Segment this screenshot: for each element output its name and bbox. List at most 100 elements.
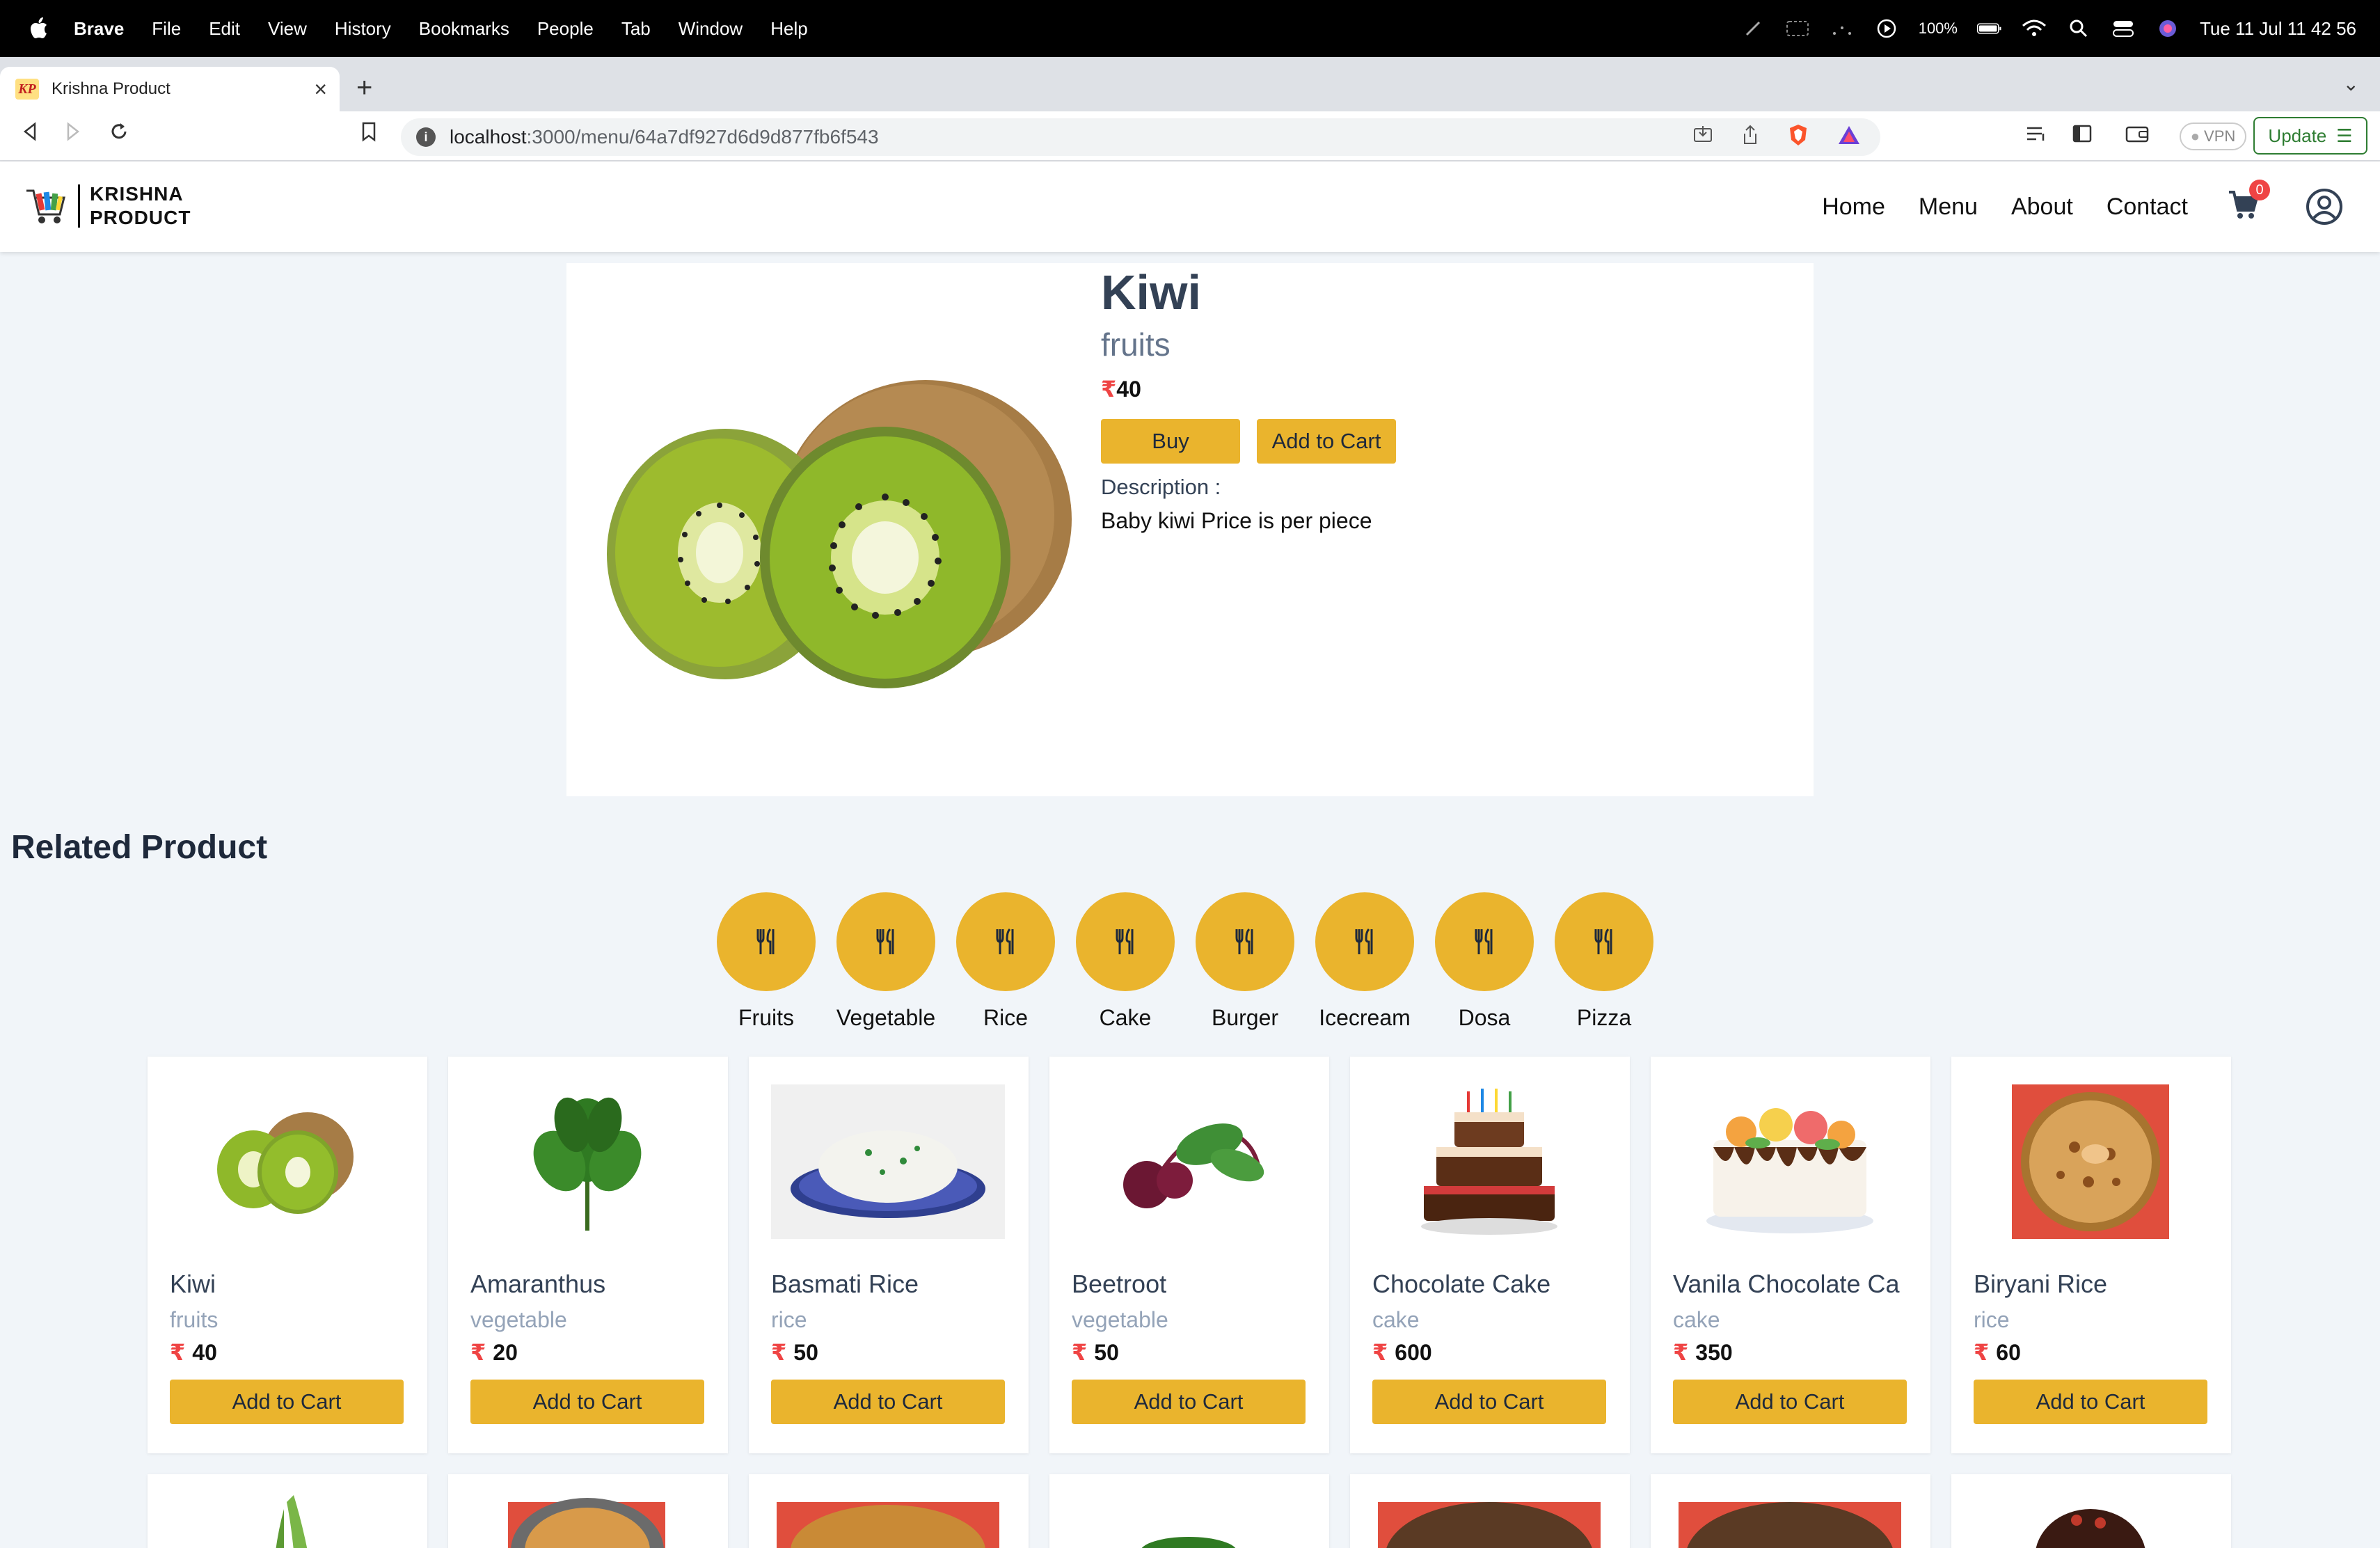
product-detail-card: Kiwi fruits ₹40 Buy Add to Cart Descript… [566, 263, 1814, 796]
cart-button[interactable]: 0 [2227, 180, 2270, 226]
add-to-cart-button[interactable]: Add to Cart [1372, 1380, 1606, 1424]
user-account-icon[interactable] [2305, 187, 2344, 226]
battery-icon[interactable] [1976, 18, 2002, 39]
browser-tab-active[interactable]: KP Krishna Product × [0, 67, 340, 111]
reload-icon[interactable] [109, 121, 129, 148]
brave-shields-icon[interactable] [1787, 123, 1809, 152]
add-to-cart-button[interactable]: Add to Cart [470, 1380, 704, 1424]
category-cake[interactable]: Cake [1076, 892, 1175, 1031]
vpn-toggle[interactable]: ● VPN [2180, 123, 2246, 150]
reading-list-icon[interactable] [2025, 124, 2047, 148]
category-fruits[interactable]: Fruits [717, 892, 816, 1031]
address-bar[interactable]: i localhost:3000/menu/64a7df927d6d9d877f… [401, 118, 1880, 156]
buy-button[interactable]: Buy [1101, 419, 1240, 464]
product-card[interactable]: Amaranthus vegetable ₹20 Add to Cart [448, 1057, 728, 1453]
category-label: Cake [1099, 1005, 1152, 1030]
product-card[interactable]: Vanila Chocolate Ca cake ₹350 Add to Car… [1651, 1057, 1930, 1453]
cutlery-icon [956, 892, 1055, 991]
install-app-icon[interactable] [1692, 125, 1713, 150]
sidebar-icon[interactable] [2072, 124, 2092, 148]
product-name: Vanila Chocolate Ca [1673, 1270, 1900, 1298]
product-name: Biryani Rice [1974, 1270, 2108, 1298]
add-to-cart-button[interactable]: Add to Cart [1072, 1380, 1306, 1424]
product-category: vegetable [470, 1307, 567, 1332]
menu-people[interactable]: People [537, 18, 594, 40]
product-card-partial[interactable] [1951, 1474, 2231, 1548]
update-button[interactable]: Update ☰ [2253, 117, 2367, 155]
menu-app-name[interactable]: Brave [74, 18, 124, 40]
nav-menu[interactable]: Menu [1919, 194, 1978, 221]
vpn-label: VPN [2204, 127, 2236, 145]
share-icon[interactable] [1741, 125, 1759, 150]
category-icecream[interactable]: Icecream [1315, 892, 1414, 1031]
kiwi-product-image [607, 380, 1072, 688]
control-center-icon[interactable] [2111, 18, 2136, 39]
dots-icon[interactable] [1830, 18, 1855, 39]
category-rice[interactable]: Rice [956, 892, 1055, 1031]
add-to-cart-button[interactable]: Add to Cart [771, 1380, 1005, 1424]
add-to-cart-button[interactable]: Add to Cart [1257, 419, 1396, 464]
menu-bookmarks[interactable]: Bookmarks [419, 18, 509, 40]
close-tab-icon[interactable]: × [314, 77, 327, 102]
menubar-clock[interactable]: Tue 11 Jul 11 42 56 [2200, 18, 2356, 40]
product-card-partial[interactable] [1350, 1474, 1630, 1548]
category-vegetable[interactable]: Vegetable [836, 892, 935, 1031]
add-to-cart-button[interactable]: Add to Cart [1673, 1380, 1907, 1424]
pen-off-icon[interactable] [1740, 18, 1766, 39]
product-card-partial[interactable] [1049, 1474, 1329, 1548]
product-card[interactable]: Chocolate Cake cake ₹600 Add to Cart [1350, 1057, 1630, 1453]
tab-title: Krishna Product [51, 79, 170, 98]
product-category: fruits [1101, 326, 1171, 363]
product-card[interactable]: Kiwi fruits ₹40 Add to Cart [148, 1057, 427, 1453]
site-logo[interactable]: KRISHNA PRODUCT [24, 182, 191, 230]
favicon: KP [15, 79, 39, 100]
product-category: rice [1974, 1307, 2010, 1332]
product-card-partial[interactable] [148, 1474, 427, 1548]
play-icon[interactable] [1874, 18, 1899, 39]
nav-home[interactable]: Home [1822, 194, 1885, 221]
back-icon[interactable] [21, 121, 39, 148]
screen-icon[interactable] [1785, 18, 1810, 39]
product-card-partial[interactable] [1651, 1474, 1930, 1548]
menu-window[interactable]: Window [679, 18, 743, 40]
product-card[interactable]: Biryani Rice rice ₹60 Add to Cart [1951, 1057, 2231, 1453]
brave-rewards-icon[interactable] [1837, 125, 1861, 150]
nav-contact[interactable]: Contact [2107, 194, 2188, 221]
bookmark-icon[interactable] [360, 121, 377, 148]
product-category: cake [1673, 1307, 1720, 1332]
wifi-icon[interactable] [2022, 18, 2047, 39]
apple-logo-icon[interactable] [26, 15, 53, 42]
wallet-icon[interactable] [2125, 124, 2149, 148]
tab-list-chevron-icon[interactable]: ⌄ [2343, 72, 2359, 95]
forward-icon[interactable] [64, 121, 82, 148]
main-nav: Home Menu About Contact 0 [1822, 161, 2380, 252]
site-info-icon[interactable]: i [416, 127, 436, 147]
price-value: 60 [1996, 1340, 2021, 1365]
add-to-cart-button[interactable]: Add to Cart [1974, 1380, 2207, 1424]
url-path: :3000/menu/64a7df927d6d9d877fb6f543 [526, 126, 879, 148]
category-dosa[interactable]: Dosa [1435, 892, 1534, 1031]
battery-percent: 100% [1918, 19, 1958, 37]
menu-help[interactable]: Help [770, 18, 807, 40]
product-card[interactable]: Beetroot vegetable ₹50 Add to Cart [1049, 1057, 1329, 1453]
category-label: Pizza [1576, 1005, 1632, 1030]
menu-tab[interactable]: Tab [621, 18, 651, 40]
product-card[interactable]: Basmati Rice rice ₹50 Add to Cart [749, 1057, 1029, 1453]
menu-edit[interactable]: Edit [209, 18, 240, 40]
shopping-cart-logo-icon [26, 189, 65, 223]
product-card-partial[interactable] [749, 1474, 1029, 1548]
menu-history[interactable]: History [335, 18, 391, 40]
menu-view[interactable]: View [268, 18, 307, 40]
spotlight-search-icon[interactable] [2066, 18, 2091, 39]
rupee-symbol: ₹ [1372, 1340, 1388, 1365]
new-tab-icon[interactable]: + [356, 72, 372, 104]
add-to-cart-button[interactable]: Add to Cart [170, 1380, 404, 1424]
nav-about[interactable]: About [2011, 194, 2073, 221]
category-pizza[interactable]: Pizza [1555, 892, 1653, 1031]
product-card-partial[interactable] [448, 1474, 728, 1548]
related-products-heading: Related Product [11, 829, 268, 866]
category-burger[interactable]: Burger [1196, 892, 1294, 1031]
menu-file[interactable]: File [152, 18, 181, 40]
product-category: fruits [170, 1307, 219, 1332]
siri-icon[interactable] [2155, 18, 2180, 39]
